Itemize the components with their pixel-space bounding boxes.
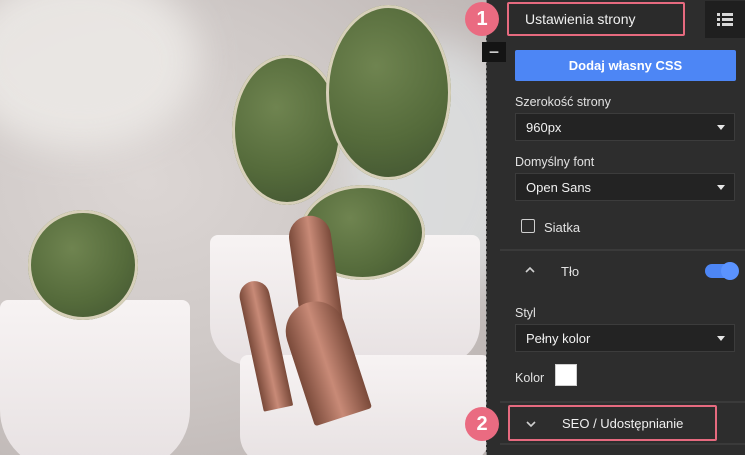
cup-left xyxy=(0,300,190,455)
style-label: Styl xyxy=(515,306,536,320)
cactus-pad xyxy=(28,210,138,320)
section-divider xyxy=(500,401,745,403)
dropdown-caret-icon xyxy=(717,336,725,341)
grid-checkbox[interactable] xyxy=(521,219,535,233)
background-section-label: Tło xyxy=(561,264,580,279)
dropdown-caret-icon xyxy=(717,125,725,130)
cactus-pad xyxy=(326,5,451,180)
color-label: Kolor xyxy=(515,371,545,385)
default-font-label: Domyślny font xyxy=(515,155,595,169)
default-font-select[interactable]: Open Sans xyxy=(515,173,735,201)
toggle-knob xyxy=(721,262,739,280)
minus-icon: − xyxy=(488,42,500,62)
section-divider xyxy=(500,249,745,251)
dropdown-caret-icon xyxy=(717,185,725,190)
background-toggle[interactable] xyxy=(705,262,739,280)
chevron-up-icon[interactable] xyxy=(525,264,535,276)
cactus-pad xyxy=(232,55,342,205)
color-swatch[interactable] xyxy=(555,364,577,386)
chevron-down-icon xyxy=(526,419,536,431)
style-value: Pełny kolor xyxy=(526,330,591,346)
list-view-button[interactable] xyxy=(705,1,745,38)
panel-title: Ustawienia strony xyxy=(507,2,685,36)
panel-title-text: Ustawienia strony xyxy=(525,11,636,27)
add-custom-css-label: Dodaj własny CSS xyxy=(568,58,683,73)
page-width-label: Szerokość strony xyxy=(515,95,611,109)
list-icon xyxy=(717,13,733,26)
step-badge-number: 1 xyxy=(476,7,488,30)
grid-label: Siatka xyxy=(544,220,581,235)
add-custom-css-button[interactable]: Dodaj własny CSS xyxy=(515,50,736,81)
seo-section-header[interactable]: SEO / Udostępnianie xyxy=(508,405,717,441)
step-badge-1: 1 xyxy=(465,2,499,36)
section-divider xyxy=(500,443,745,445)
style-select[interactable]: Pełny kolor xyxy=(515,324,735,352)
background-photo xyxy=(0,0,486,455)
page-width-value: 960px xyxy=(526,119,562,135)
default-font-value: Open Sans xyxy=(526,179,592,195)
page-width-select[interactable]: 960px xyxy=(515,113,735,141)
collapse-panel-button[interactable]: − xyxy=(482,42,506,62)
step-badge-2: 2 xyxy=(465,407,499,441)
seo-section-label: SEO / Udostępnianie xyxy=(562,415,684,431)
step-badge-number: 2 xyxy=(476,412,488,435)
